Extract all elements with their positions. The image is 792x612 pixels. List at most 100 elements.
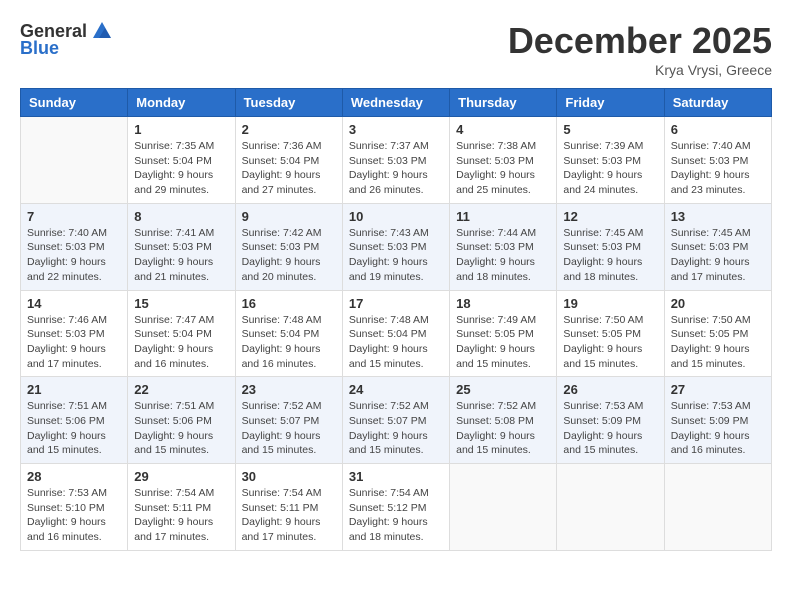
day-info: Sunrise: 7:45 AMSunset: 5:03 PMDaylight:… — [563, 226, 657, 285]
calendar-cell: 13Sunrise: 7:45 AMSunset: 5:03 PMDayligh… — [664, 203, 771, 290]
calendar-week-2: 7 Sunrise: 7:40 AMSunset: 5:03 PMDaylight… — [21, 203, 772, 290]
day-info: Sunrise: 7:48 AMSunset: 5:04 PMDaylight:… — [349, 313, 443, 372]
calendar-week-1: 1 Sunrise: 7:35 AMSunset: 5:04 PMDaylight… — [21, 117, 772, 204]
day-number: 4 — [456, 122, 550, 137]
calendar-cell: 22 Sunrise: 7:51 AMSunset: 5:06 PMDayligh… — [128, 377, 235, 464]
calendar-cell: 16 Sunrise: 7:48 AMSunset: 5:04 PMDayligh… — [235, 290, 342, 377]
day-info: Sunrise: 7:54 AMSunset: 5:11 PMDaylight:… — [242, 486, 336, 545]
day-info: Sunrise: 7:53 AMSunset: 5:09 PMDaylight:… — [563, 399, 657, 458]
day-info: Sunrise: 7:46 AMSunset: 5:03 PMDaylight:… — [27, 313, 121, 372]
logo-icon — [91, 20, 113, 42]
calendar-header-friday: Friday — [557, 89, 664, 117]
calendar-cell: 30 Sunrise: 7:54 AMSunset: 5:11 PMDayligh… — [235, 464, 342, 551]
calendar-header-tuesday: Tuesday — [235, 89, 342, 117]
day-info: Sunrise: 7:50 AMSunset: 5:05 PMDaylight:… — [563, 313, 657, 372]
day-number: 2 — [242, 122, 336, 137]
calendar-cell: 17 Sunrise: 7:48 AMSunset: 5:04 PMDayligh… — [342, 290, 449, 377]
calendar-header-wednesday: Wednesday — [342, 89, 449, 117]
calendar-cell: 6Sunrise: 7:40 AMSunset: 5:03 PMDaylight… — [664, 117, 771, 204]
calendar-cell: 12 Sunrise: 7:45 AMSunset: 5:03 PMDayligh… — [557, 203, 664, 290]
day-number: 29 — [134, 469, 228, 484]
day-number: 1 — [134, 122, 228, 137]
day-number: 16 — [242, 296, 336, 311]
day-number: 17 — [349, 296, 443, 311]
day-info: Sunrise: 7:47 AMSunset: 5:04 PMDaylight:… — [134, 313, 228, 372]
calendar-cell: 26 Sunrise: 7:53 AMSunset: 5:09 PMDayligh… — [557, 377, 664, 464]
location: Krya Vrysi, Greece — [508, 62, 772, 78]
calendar-week-4: 21 Sunrise: 7:51 AMSunset: 5:06 PMDayligh… — [21, 377, 772, 464]
day-number: 12 — [563, 209, 657, 224]
day-number: 11 — [456, 209, 550, 224]
day-info: Sunrise: 7:42 AMSunset: 5:03 PMDaylight:… — [242, 226, 336, 285]
title-section: December 2025 Krya Vrysi, Greece — [508, 20, 772, 78]
calendar-header-sunday: Sunday — [21, 89, 128, 117]
calendar-cell: 9 Sunrise: 7:42 AMSunset: 5:03 PMDaylight… — [235, 203, 342, 290]
day-number: 23 — [242, 382, 336, 397]
day-number: 5 — [563, 122, 657, 137]
day-number: 6 — [671, 122, 765, 137]
calendar-cell: 10 Sunrise: 7:43 AMSunset: 5:03 PMDayligh… — [342, 203, 449, 290]
calendar-cell — [21, 117, 128, 204]
calendar-cell: 14Sunrise: 7:46 AMSunset: 5:03 PMDayligh… — [21, 290, 128, 377]
calendar-cell: 2 Sunrise: 7:36 AMSunset: 5:04 PMDaylight… — [235, 117, 342, 204]
day-number: 10 — [349, 209, 443, 224]
day-number: 31 — [349, 469, 443, 484]
calendar-cell: 31 Sunrise: 7:54 AMSunset: 5:12 PMDayligh… — [342, 464, 449, 551]
calendar-header-thursday: Thursday — [450, 89, 557, 117]
day-info: Sunrise: 7:40 AMSunset: 5:03 PMDaylight:… — [27, 226, 121, 285]
day-info: Sunrise: 7:54 AMSunset: 5:11 PMDaylight:… — [134, 486, 228, 545]
logo-blue-text: Blue — [20, 38, 59, 59]
day-info: Sunrise: 7:44 AMSunset: 5:03 PMDaylight:… — [456, 226, 550, 285]
day-info: Sunrise: 7:38 AMSunset: 5:03 PMDaylight:… — [456, 139, 550, 198]
day-number: 15 — [134, 296, 228, 311]
day-number: 3 — [349, 122, 443, 137]
day-info: Sunrise: 7:51 AMSunset: 5:06 PMDaylight:… — [134, 399, 228, 458]
calendar-header-saturday: Saturday — [664, 89, 771, 117]
day-info: Sunrise: 7:36 AMSunset: 5:04 PMDaylight:… — [242, 139, 336, 198]
month-title: December 2025 — [508, 20, 772, 62]
calendar-cell — [450, 464, 557, 551]
day-number: 28 — [27, 469, 121, 484]
day-info: Sunrise: 7:52 AMSunset: 5:07 PMDaylight:… — [349, 399, 443, 458]
day-info: Sunrise: 7:54 AMSunset: 5:12 PMDaylight:… — [349, 486, 443, 545]
day-number: 21 — [27, 382, 121, 397]
day-info: Sunrise: 7:51 AMSunset: 5:06 PMDaylight:… — [27, 399, 121, 458]
calendar-cell: 25Sunrise: 7:52 AMSunset: 5:08 PMDayligh… — [450, 377, 557, 464]
calendar-table: SundayMondayTuesdayWednesdayThursdayFrid… — [20, 88, 772, 551]
day-number: 30 — [242, 469, 336, 484]
day-info: Sunrise: 7:49 AMSunset: 5:05 PMDaylight:… — [456, 313, 550, 372]
calendar-cell: 3 Sunrise: 7:37 AMSunset: 5:03 PMDaylight… — [342, 117, 449, 204]
calendar-cell: 24Sunrise: 7:52 AMSunset: 5:07 PMDayligh… — [342, 377, 449, 464]
page-header: General Blue December 2025 Krya Vrysi, G… — [20, 20, 772, 78]
day-info: Sunrise: 7:53 AMSunset: 5:09 PMDaylight:… — [671, 399, 765, 458]
calendar-cell: 8Sunrise: 7:41 AMSunset: 5:03 PMDaylight… — [128, 203, 235, 290]
calendar-week-5: 28 Sunrise: 7:53 AMSunset: 5:10 PMDayligh… — [21, 464, 772, 551]
day-number: 18 — [456, 296, 550, 311]
day-info: Sunrise: 7:43 AMSunset: 5:03 PMDaylight:… — [349, 226, 443, 285]
calendar-cell — [557, 464, 664, 551]
calendar-cell: 23 Sunrise: 7:52 AMSunset: 5:07 PMDayligh… — [235, 377, 342, 464]
day-info: Sunrise: 7:52 AMSunset: 5:07 PMDaylight:… — [242, 399, 336, 458]
calendar-cell: 20Sunrise: 7:50 AMSunset: 5:05 PMDayligh… — [664, 290, 771, 377]
day-info: Sunrise: 7:53 AMSunset: 5:10 PMDaylight:… — [27, 486, 121, 545]
calendar-cell: 29 Sunrise: 7:54 AMSunset: 5:11 PMDayligh… — [128, 464, 235, 551]
calendar-cell: 4 Sunrise: 7:38 AMSunset: 5:03 PMDaylight… — [450, 117, 557, 204]
day-number: 26 — [563, 382, 657, 397]
day-info: Sunrise: 7:45 AMSunset: 5:03 PMDaylight:… — [671, 226, 765, 285]
day-info: Sunrise: 7:37 AMSunset: 5:03 PMDaylight:… — [349, 139, 443, 198]
day-number: 9 — [242, 209, 336, 224]
calendar-cell: 18 Sunrise: 7:49 AMSunset: 5:05 PMDayligh… — [450, 290, 557, 377]
day-number: 8 — [134, 209, 228, 224]
calendar-header-monday: Monday — [128, 89, 235, 117]
calendar-cell: 5Sunrise: 7:39 AMSunset: 5:03 PMDaylight… — [557, 117, 664, 204]
calendar-cell: 1 Sunrise: 7:35 AMSunset: 5:04 PMDaylight… — [128, 117, 235, 204]
calendar-cell: 19Sunrise: 7:50 AMSunset: 5:05 PMDayligh… — [557, 290, 664, 377]
calendar-cell — [664, 464, 771, 551]
calendar-cell: 15 Sunrise: 7:47 AMSunset: 5:04 PMDayligh… — [128, 290, 235, 377]
day-info: Sunrise: 7:48 AMSunset: 5:04 PMDaylight:… — [242, 313, 336, 372]
day-info: Sunrise: 7:35 AMSunset: 5:04 PMDaylight:… — [134, 139, 228, 198]
day-number: 22 — [134, 382, 228, 397]
day-info: Sunrise: 7:50 AMSunset: 5:05 PMDaylight:… — [671, 313, 765, 372]
day-number: 7 — [27, 209, 121, 224]
calendar-cell: 27Sunrise: 7:53 AMSunset: 5:09 PMDayligh… — [664, 377, 771, 464]
